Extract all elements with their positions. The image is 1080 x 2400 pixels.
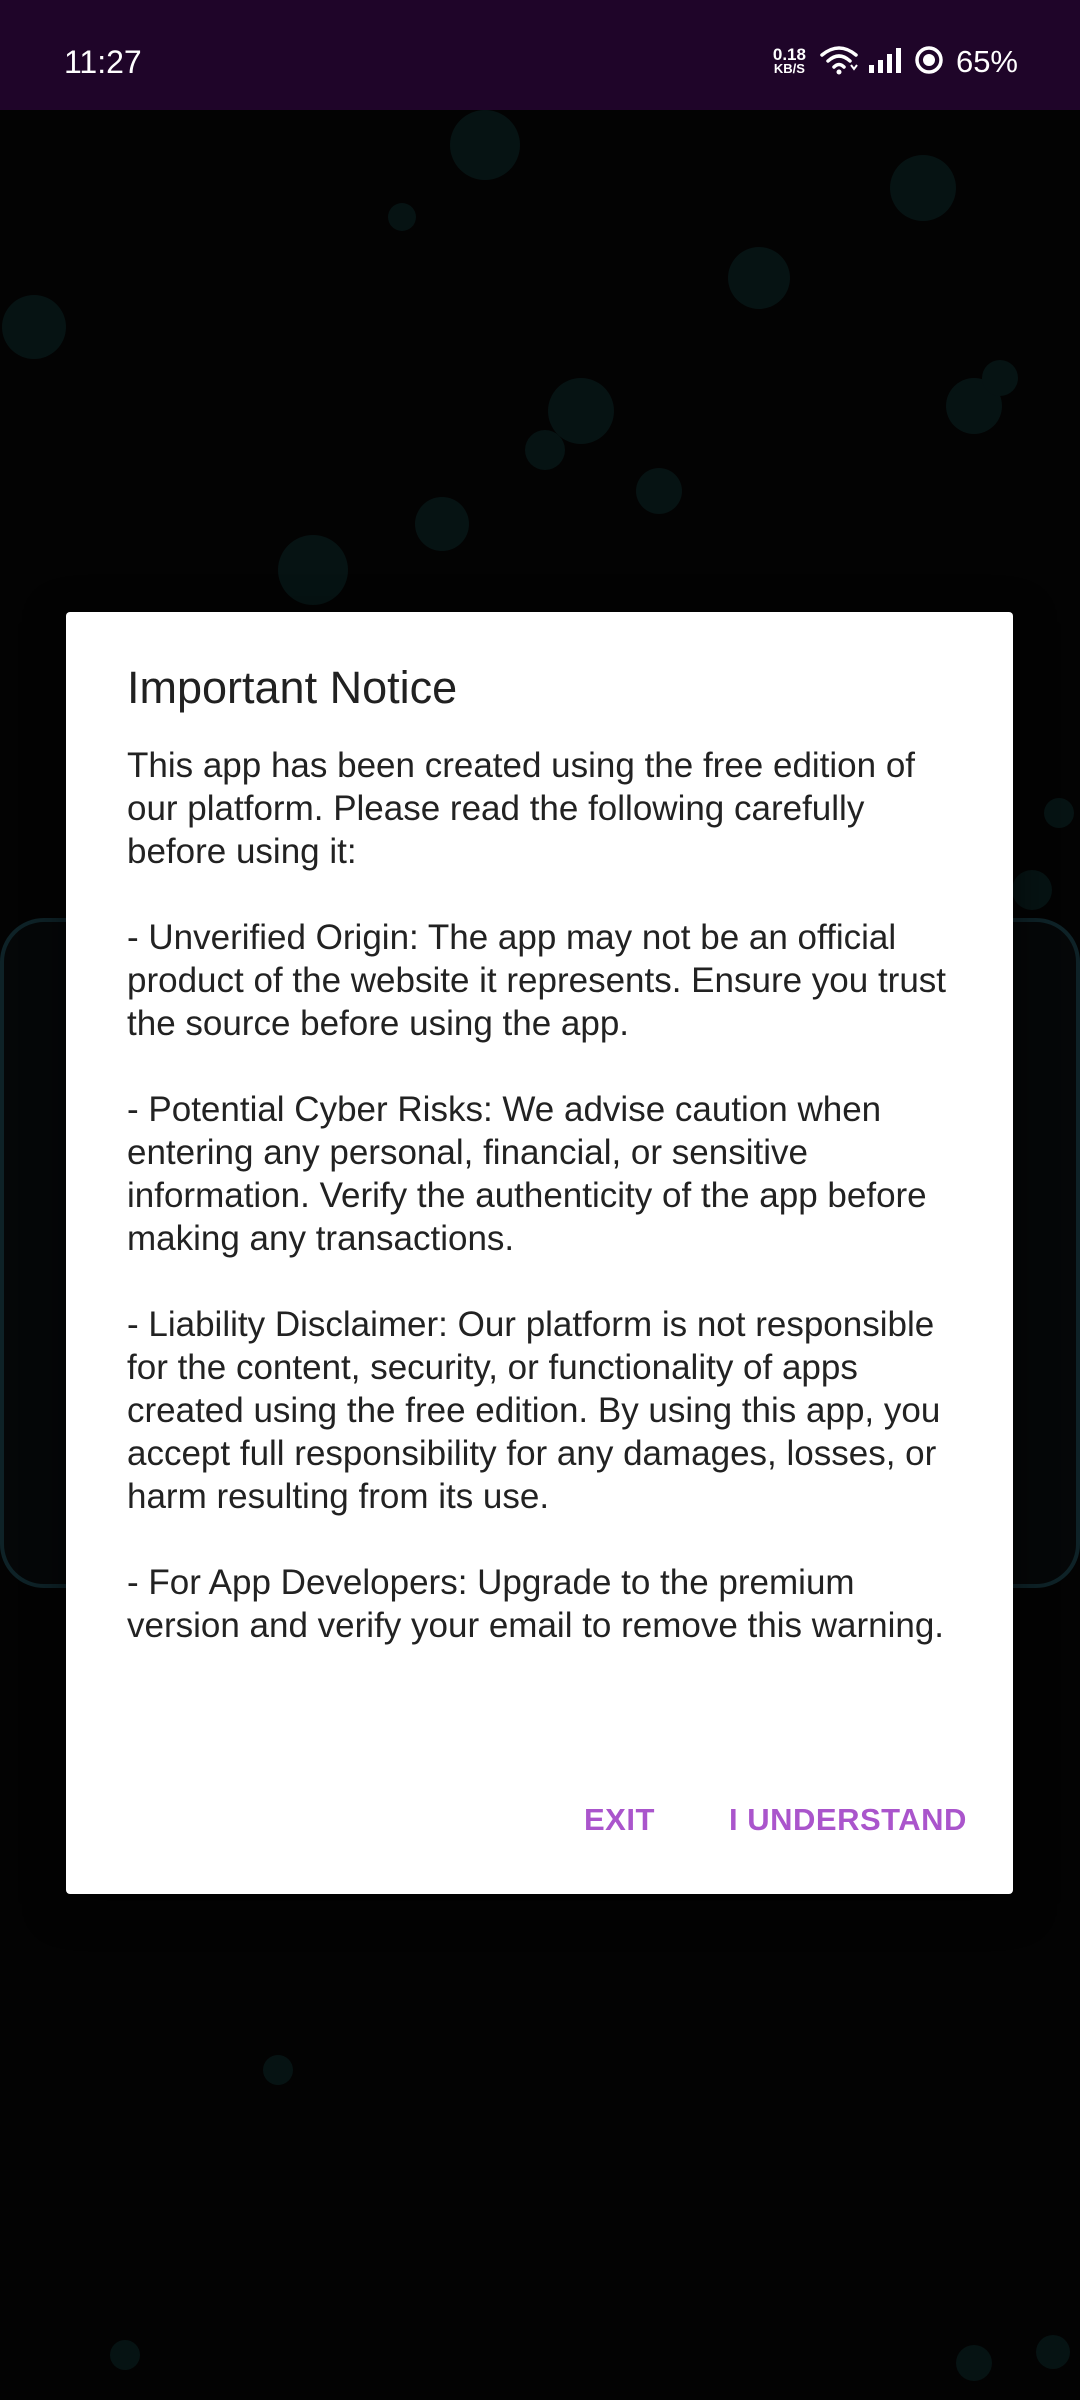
- dialog-title: Important Notice: [127, 662, 458, 713]
- network-speed: 0.18 KB/S: [772, 45, 806, 76]
- battery-icon: [914, 45, 944, 80]
- status-time: 11:27: [64, 44, 142, 80]
- notice-cyber-risks: - Potential Cyber Risks: We advise cauti…: [127, 1090, 927, 1258]
- notice-liability-disclaimer: - Liability Disclaimer: Our platform is …: [127, 1305, 941, 1516]
- status-bar: 11:27 0.18 KB/S 65%: [0, 0, 1080, 110]
- network-speed-value: 0.18: [772, 45, 806, 64]
- notice-unverified-origin: - Unverified Origin: The app may not be …: [127, 918, 947, 1043]
- network-speed-unit: KB/S: [773, 61, 805, 76]
- notice-intro: This app has been created using the free…: [127, 746, 916, 871]
- battery-percent: 65%: [955, 44, 1018, 79]
- signal-strength-icon: [868, 46, 904, 79]
- i-understand-button[interactable]: I UNDERSTAND: [729, 1790, 967, 1850]
- status-icons: 0.18 KB/S 65%: [773, 40, 1018, 84]
- dialog-message: This app has been created using the free…: [127, 744, 957, 1647]
- exit-button[interactable]: EXIT: [584, 1790, 655, 1850]
- notice-app-developers: - For App Developers: Upgrade to the pre…: [127, 1563, 945, 1645]
- wifi-icon: [820, 45, 858, 80]
- important-notice-dialog: Important Notice This app has been creat…: [66, 612, 1013, 1894]
